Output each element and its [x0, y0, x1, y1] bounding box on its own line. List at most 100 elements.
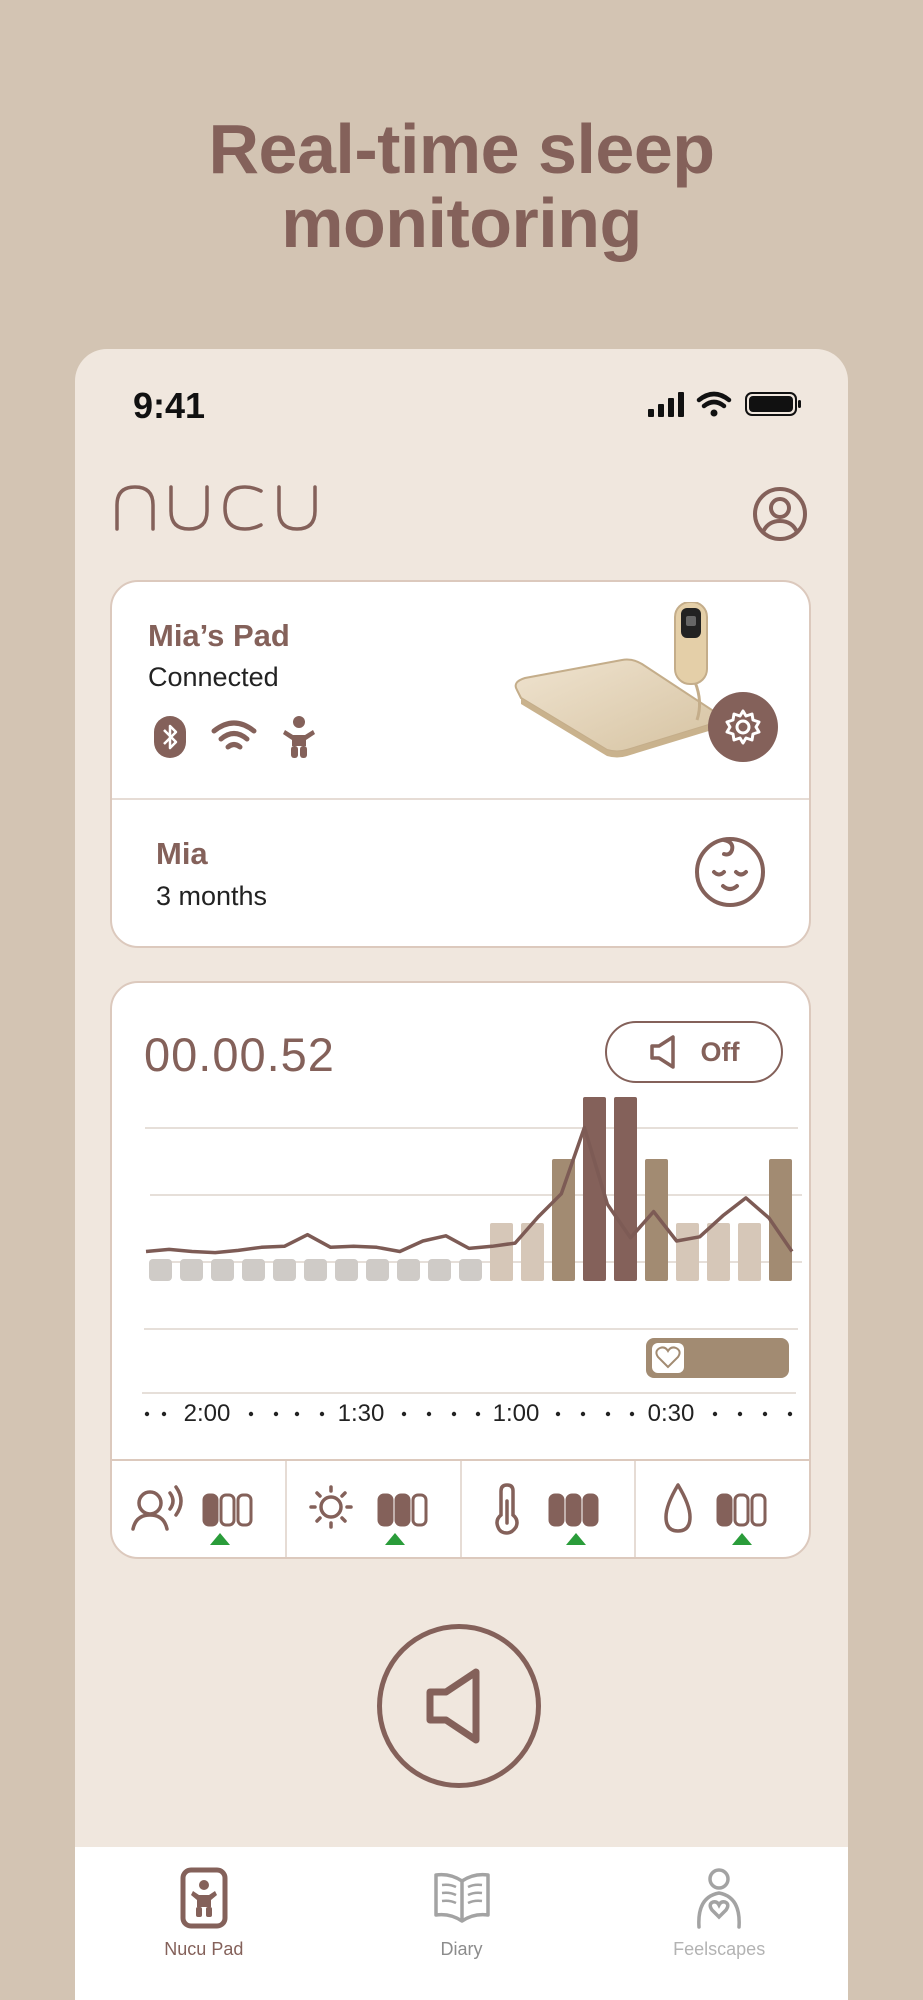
baby-profile-button[interactable]	[694, 836, 766, 908]
axis-dot	[475, 1411, 481, 1417]
device-settings-button[interactable]	[708, 692, 778, 762]
level-segment	[750, 1493, 767, 1527]
axis-dot	[144, 1411, 150, 1417]
tab-nucu-pad[interactable]: Nucu Pad	[75, 1847, 333, 2000]
level-segment	[377, 1493, 394, 1527]
axis-dot	[629, 1411, 635, 1417]
activity-bar	[459, 1259, 482, 1281]
baby-icon	[283, 716, 315, 758]
axis-dot	[555, 1411, 561, 1417]
time-axis-label: 1:00	[493, 1400, 540, 1427]
activity-bar	[397, 1259, 420, 1281]
level-segment	[565, 1493, 581, 1527]
sun-icon	[309, 1485, 353, 1529]
sensor-voice[interactable]	[112, 1461, 287, 1557]
profile-button[interactable]	[752, 486, 808, 542]
sleep-activity-chart: 2:00 1:30 1:00 0:30	[142, 1097, 802, 1427]
axis-dot	[401, 1411, 407, 1417]
level-segment	[394, 1493, 411, 1527]
level-indicator	[548, 1493, 598, 1527]
sensor-humidity[interactable]	[636, 1461, 809, 1557]
mother-baby-icon	[697, 1868, 742, 1929]
activity-bar	[490, 1223, 513, 1281]
activity-bar	[366, 1259, 389, 1281]
time-axis-label: 0:30	[648, 1400, 695, 1427]
axis-dot	[605, 1411, 611, 1417]
level-segment	[219, 1493, 236, 1527]
axis-dot	[737, 1411, 743, 1417]
axis-dot	[319, 1411, 325, 1417]
time-axis-label: 1:30	[338, 1400, 385, 1427]
axis-dot	[161, 1411, 167, 1417]
bottom-tab-bar: Nucu Pad Diary Feelscapes	[75, 1847, 848, 2000]
level-segment	[582, 1493, 598, 1527]
level-segment	[236, 1493, 253, 1527]
headline-line-1: Real-time sleep	[208, 110, 715, 188]
device-name: Mia’s Pad	[148, 618, 290, 653]
environment-sensors	[112, 1459, 809, 1557]
activity-bar	[242, 1259, 265, 1281]
time-axis-label: 2:00	[184, 1400, 231, 1427]
tab-label: Diary	[440, 1939, 483, 1959]
activity-bar	[738, 1223, 761, 1281]
time-axis: 2:00 1:30 1:00 0:30	[144, 1400, 793, 1427]
nucu-pad-icon	[180, 1867, 228, 1929]
activity-bar	[335, 1259, 358, 1281]
axis-dot	[762, 1411, 768, 1417]
level-indicator	[377, 1493, 428, 1527]
book-icon	[433, 1872, 490, 1923]
activity-bar	[428, 1259, 451, 1281]
level-segment	[548, 1493, 564, 1527]
activity-bar	[676, 1223, 699, 1281]
axis-dot	[712, 1411, 718, 1417]
axis-dot	[787, 1411, 793, 1417]
wifi-status-icon	[696, 391, 732, 417]
play-soundscape-button[interactable]	[377, 1624, 541, 1788]
phone-screen: 9:41 nucu	[75, 349, 848, 2000]
level-indicator	[202, 1493, 253, 1527]
level-segment	[733, 1493, 750, 1527]
activity-bar	[614, 1097, 637, 1281]
user-profile-icon	[753, 487, 807, 541]
activity-bar	[707, 1223, 730, 1281]
battery-icon	[745, 392, 801, 416]
activity-bar	[180, 1259, 203, 1281]
monitor-card: 00.00.52 Off 2:00 1:30 1:00 0:30	[110, 981, 811, 1559]
trend-up-icon	[732, 1533, 753, 1545]
activity-bar	[552, 1159, 575, 1281]
card-divider	[112, 798, 809, 800]
activity-bar	[304, 1259, 327, 1281]
level-segment	[202, 1493, 219, 1527]
activity-bar	[211, 1259, 234, 1281]
heart-rate-indicator	[646, 1338, 789, 1378]
baby-name: Mia	[156, 836, 208, 871]
headline-line-2: monitoring	[281, 184, 642, 262]
tab-feelscapes[interactable]: Feelscapes	[590, 1847, 848, 2000]
device-status: Connected	[148, 662, 279, 692]
voice-icon	[131, 1485, 183, 1531]
activity-bar	[149, 1259, 172, 1281]
nucu-logo: nucu	[115, 483, 321, 536]
thermometer-icon	[494, 1483, 519, 1535]
status-time: 9:41	[133, 385, 206, 426]
level-segment	[716, 1493, 733, 1527]
promo-headline: Real-time sleep monitoring	[0, 112, 923, 260]
speaker-icon	[426, 1668, 480, 1744]
sensor-light[interactable]	[287, 1461, 462, 1557]
baby-age: 3 months	[156, 881, 268, 911]
activity-bars	[149, 1097, 792, 1281]
tab-label: Nucu Pad	[164, 1939, 244, 1959]
tab-label: Feelscapes	[673, 1939, 766, 1959]
cellular-signal-icon	[648, 392, 684, 417]
activity-bar	[273, 1259, 296, 1281]
tab-diary[interactable]: Diary	[333, 1847, 591, 2000]
status-icons	[648, 389, 808, 424]
sensor-temperature[interactable]	[462, 1461, 637, 1557]
trend-up-icon	[210, 1533, 230, 1545]
axis-dot	[273, 1411, 279, 1417]
level-segment	[411, 1493, 428, 1527]
trend-up-icon	[384, 1533, 405, 1545]
humidity-drop-icon	[664, 1483, 692, 1533]
sleeping-baby-face-icon	[695, 837, 765, 907]
device-card: Mia’s Pad Connected Mia 3 months	[110, 580, 811, 948]
